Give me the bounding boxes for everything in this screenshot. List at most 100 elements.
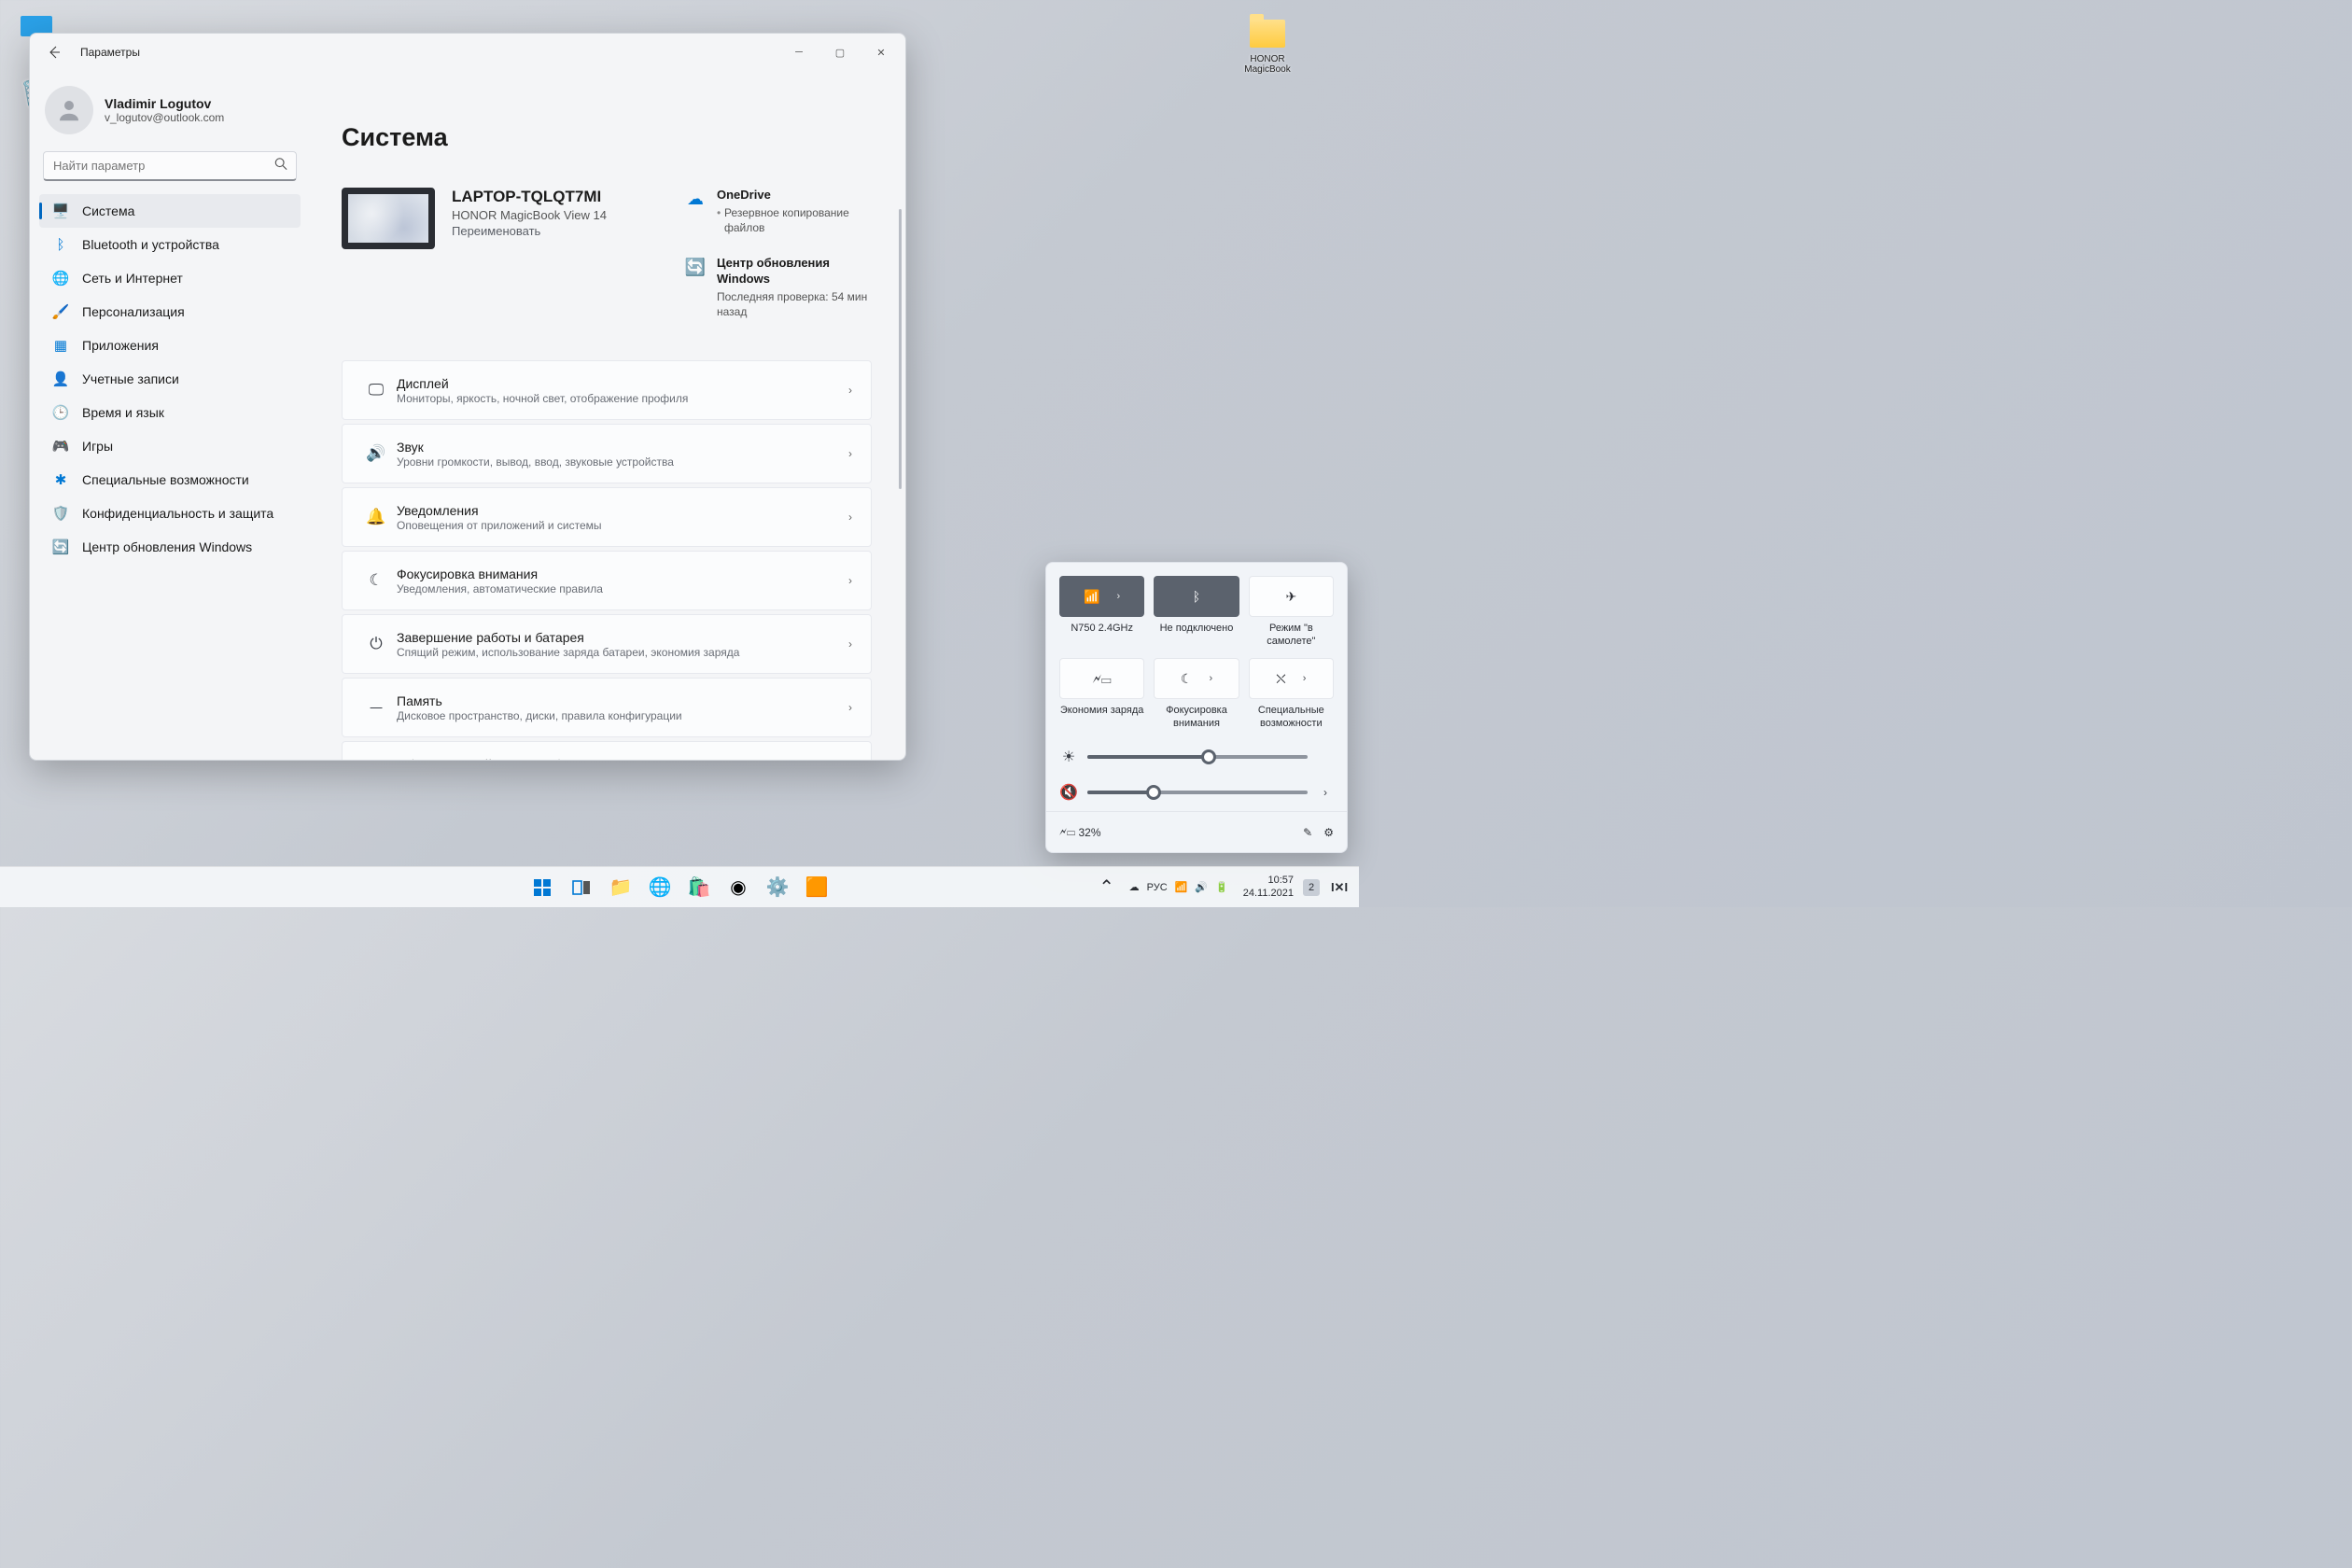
nav-item-network[interactable]: 🌐Сеть и Интернет	[39, 261, 301, 295]
nav-item-gaming[interactable]: 🎮Игры	[39, 429, 301, 463]
search-input[interactable]	[43, 151, 297, 181]
quick-settings-panel: 📶› N750 2.4GHz ᛒ Не подключено ✈ Режим "…	[1045, 562, 1348, 853]
tray-lang[interactable]: РУС	[1147, 882, 1168, 893]
system-icon: 🖥️	[52, 203, 69, 219]
chevron-right-icon: ›	[848, 574, 852, 587]
nav-item-update[interactable]: 🔄Центр обновления Windows	[39, 530, 301, 564]
nav-item-privacy[interactable]: 🛡️Конфиденциальность и защита	[39, 497, 301, 530]
quick-tile-label-access: Специальные возможности	[1249, 705, 1334, 731]
quick-tile-label-wifi: N750 2.4GHz	[1059, 623, 1144, 649]
volume-icon: 🔇	[1059, 783, 1078, 802]
quick-tile-bluetooth[interactable]: ᛒ	[1154, 576, 1239, 617]
window-title: Параметры	[80, 46, 140, 59]
setting-row-notifications[interactable]: 🔔 УведомленияОповещения от приложений и …	[342, 487, 872, 547]
chevron-right-icon: ›	[1117, 591, 1121, 602]
edit-quick-button[interactable]: ✎	[1303, 826, 1312, 839]
network-icon: 🌐	[52, 270, 69, 287]
bluetooth-tile-icon: ᛒ	[1193, 589, 1200, 604]
desktop-folder-honor[interactable]: HONOR MagicBook	[1234, 15, 1301, 75]
apps-icon: ▦	[52, 337, 69, 354]
notifications-icon: 🔔	[359, 508, 393, 526]
settings-taskbar-button[interactable]: ⚙️	[760, 870, 795, 905]
tray-onedrive-icon[interactable]: ☁	[1129, 881, 1140, 893]
tray-battery-icon[interactable]: 🔋	[1215, 881, 1228, 893]
volume-expand[interactable]: ›	[1317, 786, 1334, 799]
close-button[interactable]: ✕	[861, 38, 902, 66]
maximize-button[interactable]: ▢	[819, 38, 861, 66]
edge-button[interactable]: 🌐	[642, 870, 678, 905]
battery-icon: 🗲▭	[1059, 825, 1075, 839]
volume-slider[interactable]: 🔇 ›	[1059, 783, 1334, 802]
rename-link[interactable]: Переименовать	[452, 224, 607, 238]
nav-item-accessibility[interactable]: ✱Специальные возможности	[39, 463, 301, 497]
notification-badge[interactable]: 2	[1303, 879, 1320, 896]
nav-item-bluetooth[interactable]: ᛒBluetooth и устройства	[39, 228, 301, 261]
display-icon: 🖵	[359, 381, 393, 399]
task-view-button[interactable]	[564, 870, 599, 905]
setting-row-focus[interactable]: ☾ Фокусировка вниманияУведомления, автом…	[342, 551, 872, 610]
tray-expand[interactable]: ⌃	[1096, 870, 1118, 905]
quick-tile-label-focus: Фокусировка внимания	[1154, 705, 1239, 731]
quick-tile-label-bluetooth: Не подключено	[1154, 623, 1239, 649]
setting-row-storage[interactable]: ⏤ ПамятьДисковое пространство, диски, пр…	[342, 678, 872, 737]
window-titlebar: Параметры ─ ▢ ✕	[30, 34, 905, 71]
time-icon: 🕒	[52, 404, 69, 421]
honor-manager-icon[interactable]: I✕I	[1325, 870, 1353, 905]
quick-tile-airplane[interactable]: ✈	[1249, 576, 1334, 617]
quick-tile-label-airplane: Режим "в самолете"	[1249, 623, 1334, 649]
chevron-right-icon: ›	[848, 384, 852, 397]
nav-item-system[interactable]: 🖥️Система	[39, 194, 301, 228]
brightness-slider[interactable]: ☀	[1059, 748, 1334, 766]
chevron-right-icon: ›	[1303, 673, 1307, 684]
all-settings-button[interactable]: ⚙	[1323, 826, 1334, 839]
privacy-icon: 🛡️	[52, 505, 69, 522]
quick-tile-saver[interactable]: 🗲▭	[1059, 658, 1144, 699]
avatar	[45, 86, 93, 134]
quick-tile-focus[interactable]: ☾›	[1154, 658, 1239, 699]
quick-tile-access[interactable]: ⛌›	[1249, 658, 1334, 699]
chrome-button[interactable]: ◉	[721, 870, 756, 905]
account-block[interactable]: Vladimir Logutov v_logutov@outlook.com	[39, 86, 301, 151]
pcmanager-button[interactable]: 🟧	[799, 870, 834, 905]
setting-row-nearby[interactable]: ↗ Обмен с устройствами поблизостиВозможн…	[342, 741, 872, 760]
device-tile: LAPTOP-TQLQT7MI HONOR MagicBook View 14 …	[342, 188, 663, 319]
setting-row-power[interactable]: ⏻ Завершение работы и батареяСпящий режи…	[342, 614, 872, 674]
saver-tile-icon: 🗲▭	[1093, 671, 1112, 687]
store-button[interactable]: 🛍️	[681, 870, 717, 905]
nav-item-personalization[interactable]: 🖌️Персонализация	[39, 295, 301, 329]
device-model: HONOR MagicBook View 14	[452, 208, 607, 222]
personalization-icon: 🖌️	[52, 303, 69, 320]
tray-wifi-icon[interactable]: 📶	[1175, 881, 1188, 893]
battery-percent: 32%	[1078, 826, 1100, 839]
page-title: Система	[342, 123, 872, 152]
chevron-right-icon: ›	[848, 701, 852, 714]
focus-icon: ☾	[359, 571, 393, 590]
power-icon: ⏻	[359, 635, 393, 653]
taskbar: 📁 🌐 🛍️ ◉ ⚙️ 🟧 ⌃ ☁ РУС 📶 🔊 🔋 10:57 24.11.…	[0, 866, 1359, 907]
onedrive-card[interactable]: ☁ OneDrive Резервное копирование файлов	[685, 188, 872, 235]
update-card[interactable]: 🔄 Центр обновления Windows Последняя про…	[685, 256, 872, 319]
focus-tile-icon: ☾	[1181, 671, 1193, 687]
brightness-icon: ☀	[1059, 748, 1078, 766]
account-email: v_logutov@outlook.com	[105, 111, 224, 124]
clock[interactable]: 10:57 24.11.2021	[1239, 875, 1297, 899]
settings-content: Система LAPTOP-TQLQT7MI HONOR MagicBook …	[308, 71, 905, 760]
settings-window: Параметры ─ ▢ ✕ Vladimir Logutov v_logut…	[29, 33, 906, 761]
update-card-icon: 🔄	[685, 258, 706, 319]
nav-item-time[interactable]: 🕒Время и язык	[39, 396, 301, 429]
back-button[interactable]	[41, 39, 67, 65]
quick-tile-wifi[interactable]: 📶›	[1059, 576, 1144, 617]
airplane-tile-icon: ✈	[1285, 589, 1296, 605]
nav-item-accounts[interactable]: 👤Учетные записи	[39, 362, 301, 396]
tray-volume-icon[interactable]: 🔊	[1195, 881, 1208, 893]
start-button[interactable]	[525, 870, 560, 905]
nav-item-apps[interactable]: ▦Приложения	[39, 329, 301, 362]
minimize-button[interactable]: ─	[778, 38, 819, 66]
explorer-button[interactable]: 📁	[603, 870, 638, 905]
setting-row-display[interactable]: 🖵 ДисплейМониторы, яркость, ночной свет,…	[342, 360, 872, 420]
setting-row-sound[interactable]: 🔊 ЗвукУровни громкости, вывод, ввод, зву…	[342, 424, 872, 483]
chevron-right-icon: ›	[848, 447, 852, 460]
bluetooth-icon: ᛒ	[52, 236, 69, 253]
scrollbar[interactable]	[899, 209, 902, 489]
wifi-tile-icon: 📶	[1084, 589, 1099, 605]
